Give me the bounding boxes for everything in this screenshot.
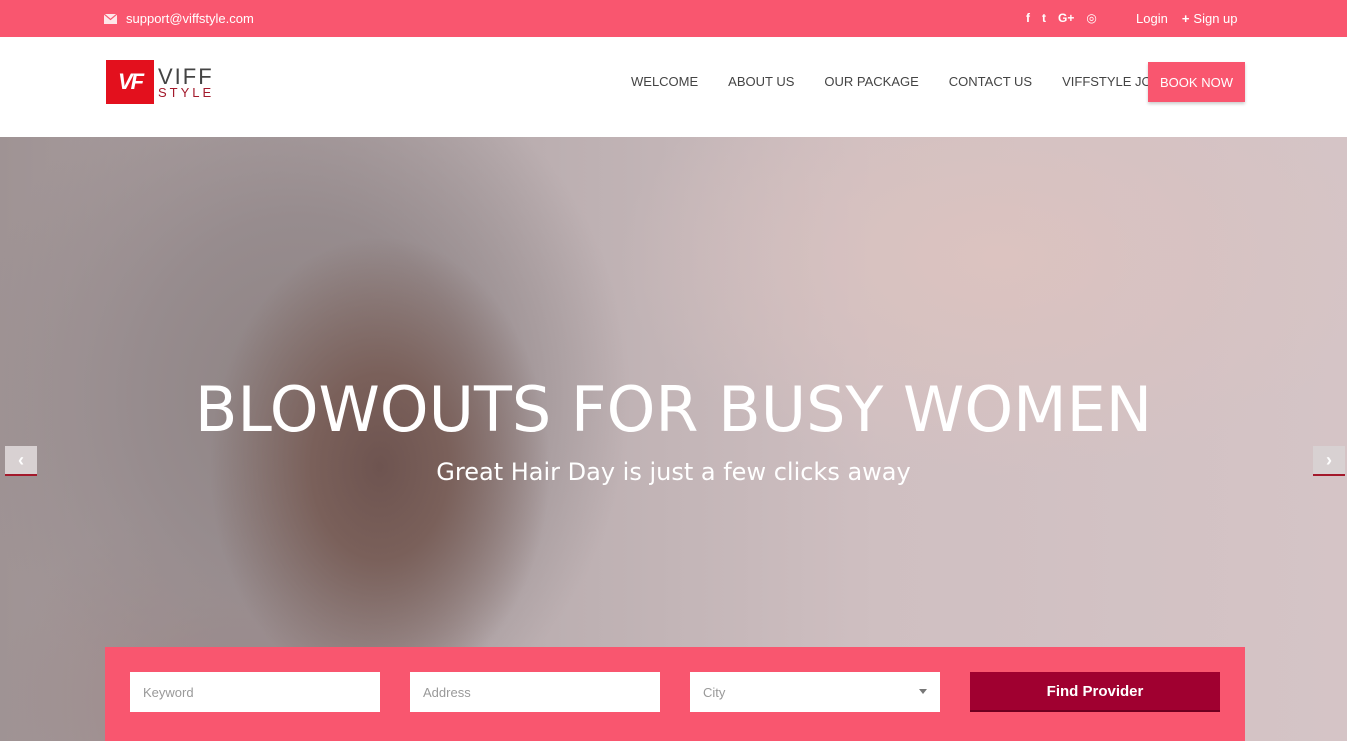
logo-text: VIFF STYLE	[158, 65, 215, 100]
auth-links: Login + Sign up	[1136, 11, 1238, 26]
slider-prev-button[interactable]: ‹	[5, 446, 37, 476]
city-select[interactable]: City	[690, 672, 940, 712]
chevron-left-icon: ‹	[18, 449, 24, 470]
keyword-field-wrapper	[130, 672, 380, 712]
logo[interactable]: VF VIFF STYLE	[106, 60, 214, 104]
chevron-right-icon: ›	[1326, 449, 1332, 470]
city-select-value: City	[703, 684, 726, 700]
twitter-icon[interactable]: t	[1042, 11, 1046, 25]
google-plus-icon[interactable]: G+	[1058, 11, 1074, 25]
site-header: VF VIFF STYLE WELCOME ABOUT US OUR PACKA…	[0, 37, 1347, 137]
hero-subtitle: Great Hair Day is just a few clicks away	[436, 458, 911, 486]
keyword-input[interactable]	[143, 672, 380, 712]
signup-label: Sign up	[1193, 11, 1238, 26]
nav-welcome[interactable]: WELCOME	[631, 74, 698, 89]
instagram-icon[interactable]: ◎	[1086, 11, 1096, 25]
logo-mark: VF	[106, 60, 154, 104]
find-provider-button[interactable]: Find Provider	[970, 672, 1220, 712]
support-email-text: support@viffstyle.com	[126, 11, 254, 26]
logo-line-2: STYLE	[158, 84, 215, 100]
hero-title: BLOWOUTS FOR BUSY WOMEN	[194, 373, 1153, 446]
slider-next-button[interactable]: ›	[1313, 446, 1345, 476]
search-panel: City Find Provider	[105, 647, 1245, 741]
nav-about-us[interactable]: ABOUT US	[728, 74, 794, 89]
address-input[interactable]	[423, 672, 660, 712]
nav-contact-us[interactable]: CONTACT US	[949, 74, 1032, 89]
envelope-icon	[104, 13, 117, 24]
caret-down-icon	[919, 689, 927, 694]
address-field-wrapper	[410, 672, 660, 712]
book-now-button[interactable]: BOOK NOW	[1148, 62, 1245, 102]
plus-icon: +	[1181, 11, 1190, 26]
main-nav: WELCOME ABOUT US OUR PACKAGE CONTACT US …	[631, 74, 1196, 89]
support-email[interactable]: support@viffstyle.com	[104, 11, 254, 26]
login-link[interactable]: Login	[1136, 11, 1168, 26]
signup-link[interactable]: + Sign up	[1182, 11, 1238, 26]
top-bar: support@viffstyle.com f t G+ ◎ Login + Si…	[0, 0, 1347, 37]
social-links: f t G+ ◎	[1026, 11, 1097, 25]
hero-slider: BLOWOUTS FOR BUSY WOMEN Great Hair Day i…	[0, 137, 1347, 741]
nav-our-package[interactable]: OUR PACKAGE	[824, 74, 918, 89]
facebook-icon[interactable]: f	[1026, 11, 1030, 25]
